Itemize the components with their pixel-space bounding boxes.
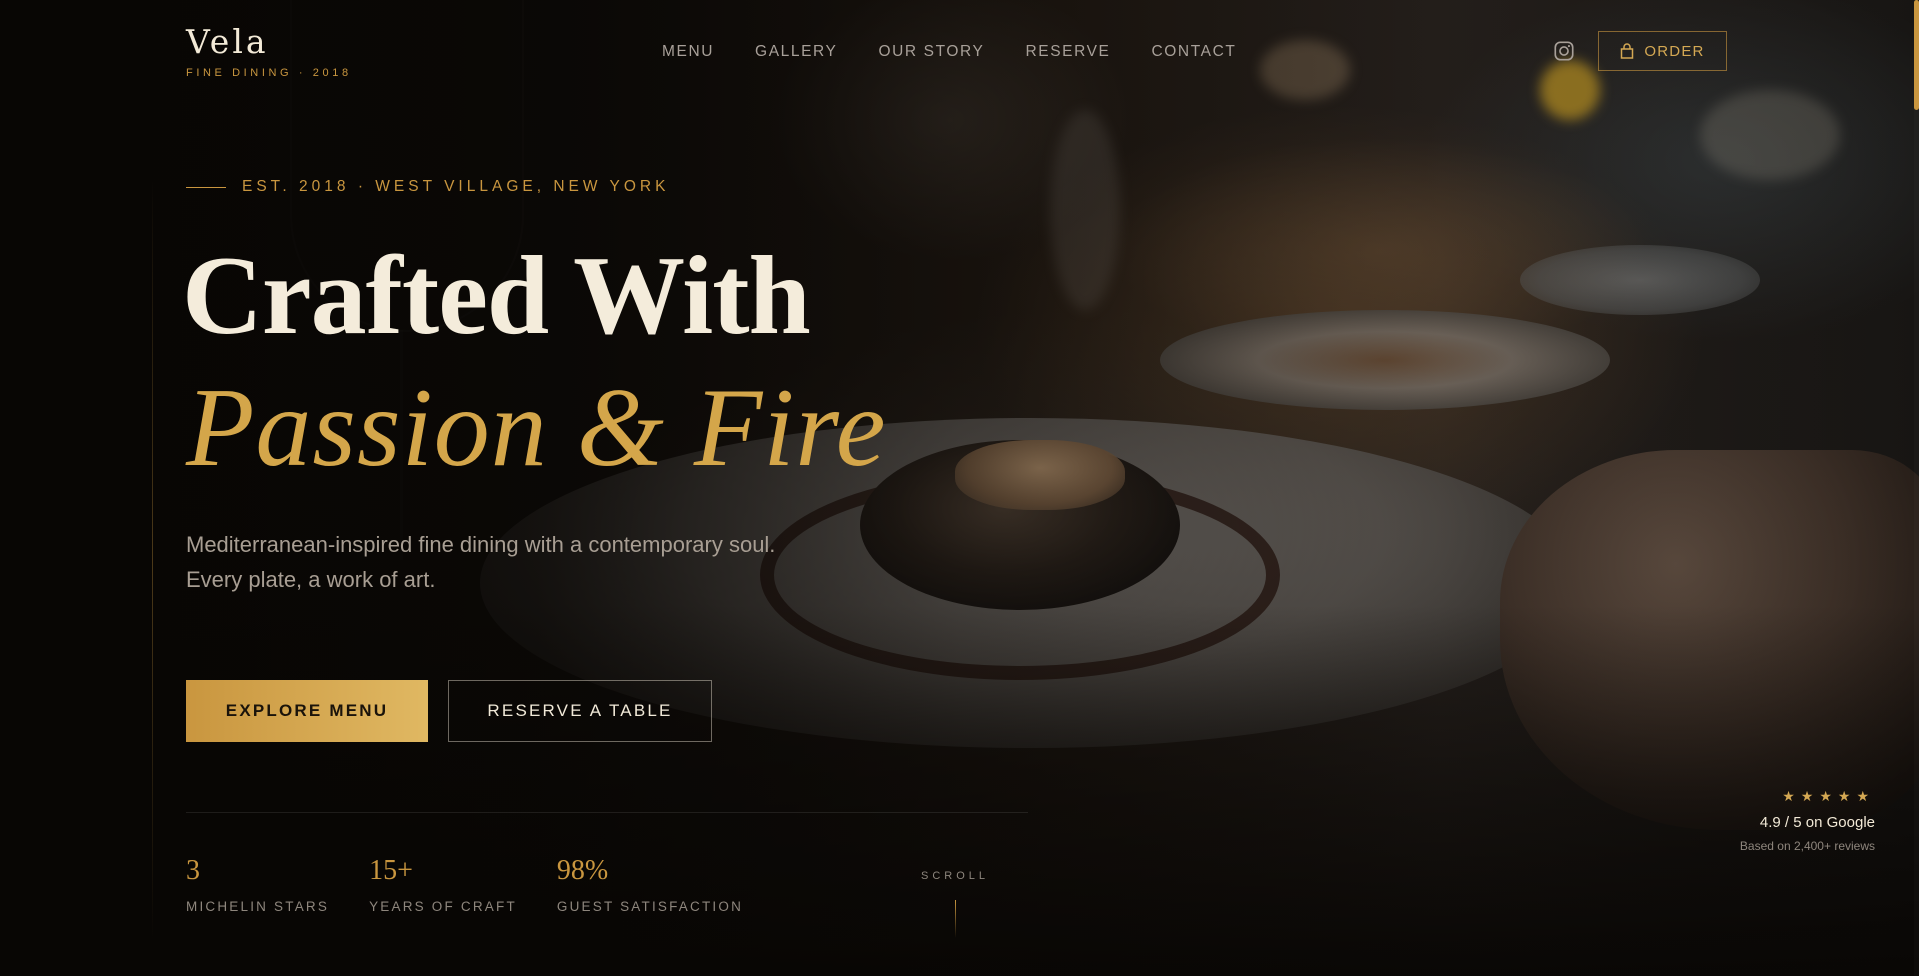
stat-michelin-stars: 3 MICHELIN STARS (186, 855, 330, 915)
hero-title-line-2: Passion & Fire (186, 366, 887, 490)
reserve-table-button[interactable]: RESERVE A TABLE (448, 680, 712, 742)
hero-eyebrow: EST. 2018 · WEST VILLAGE, NEW YORK (186, 178, 669, 196)
stat-label: YEARS OF CRAFT (369, 899, 517, 914)
stat-label: MICHELIN STARS (186, 899, 330, 914)
nav-link-our-story[interactable]: OUR STORY (878, 43, 984, 61)
scroll-line (954, 900, 956, 938)
stats-row: 3 MICHELIN STARS 15+ YEARS OF CRAFT 98% … (186, 855, 783, 915)
nav-link-reserve[interactable]: RESERVE (1025, 43, 1110, 61)
main-nav: MENU GALLERY OUR STORY RESERVE CONTACT (662, 43, 1236, 61)
shopping-bag-icon (1621, 43, 1634, 59)
hero-title-line-1: Crafted With (182, 234, 811, 358)
scrollbar-thumb[interactable] (1914, 0, 1919, 110)
stat-years-of-craft: 15+ YEARS OF CRAFT (369, 855, 517, 915)
star-rating-icons: ★★★★★ (1782, 788, 1875, 804)
nav-link-gallery[interactable]: GALLERY (755, 43, 837, 61)
rating-reviews-count: Based on 2,400+ reviews (1739, 839, 1875, 853)
nav-link-menu[interactable]: MENU (662, 43, 714, 61)
stats-divider (186, 812, 1028, 813)
hero-subtitle-line-2: Every plate, a work of art. (186, 567, 436, 592)
stat-label: GUEST SATISFACTION (556, 899, 744, 914)
page-scrollbar[interactable] (1914, 0, 1919, 976)
hero-subtitle-line-1: Mediterranean-inspired fine dining with … (186, 532, 776, 557)
stat-guest-satisfaction: 98% GUEST SATISFACTION (556, 855, 744, 915)
instagram-icon[interactable] (1553, 40, 1575, 62)
scroll-label: SCROLL (920, 870, 990, 882)
scroll-indicator[interactable]: SCROLL (915, 870, 995, 938)
eyebrow-divider (186, 186, 226, 188)
stat-value: 15+ (369, 855, 413, 886)
brand-logo[interactable]: Vela FINE DINING · 2018 (186, 25, 352, 79)
google-rating: ★★★★★ 4.9 / 5 on Google Based on 2,400+ … (1740, 788, 1875, 853)
site-header: Vela FINE DINING · 2018 MENU GALLERY OUR… (0, 0, 1919, 105)
eyebrow-text: EST. 2018 · WEST VILLAGE, NEW YORK (242, 178, 670, 195)
stat-value: 3 (186, 855, 200, 886)
nav-link-contact[interactable]: CONTACT (1151, 43, 1236, 61)
order-button-label: ORDER (1644, 42, 1705, 60)
hero-subtitle: Mediterranean-inspired fine dining with … (186, 527, 776, 597)
order-button[interactable]: ORDER (1598, 31, 1727, 71)
rating-score: 4.9 / 5 on Google (1759, 814, 1875, 831)
brand-name: Vela (186, 22, 269, 61)
explore-menu-button[interactable]: EXPLORE MENU (186, 680, 428, 742)
stat-value: 98% (556, 855, 609, 886)
brand-tagline: FINE DINING · 2018 (186, 67, 352, 79)
